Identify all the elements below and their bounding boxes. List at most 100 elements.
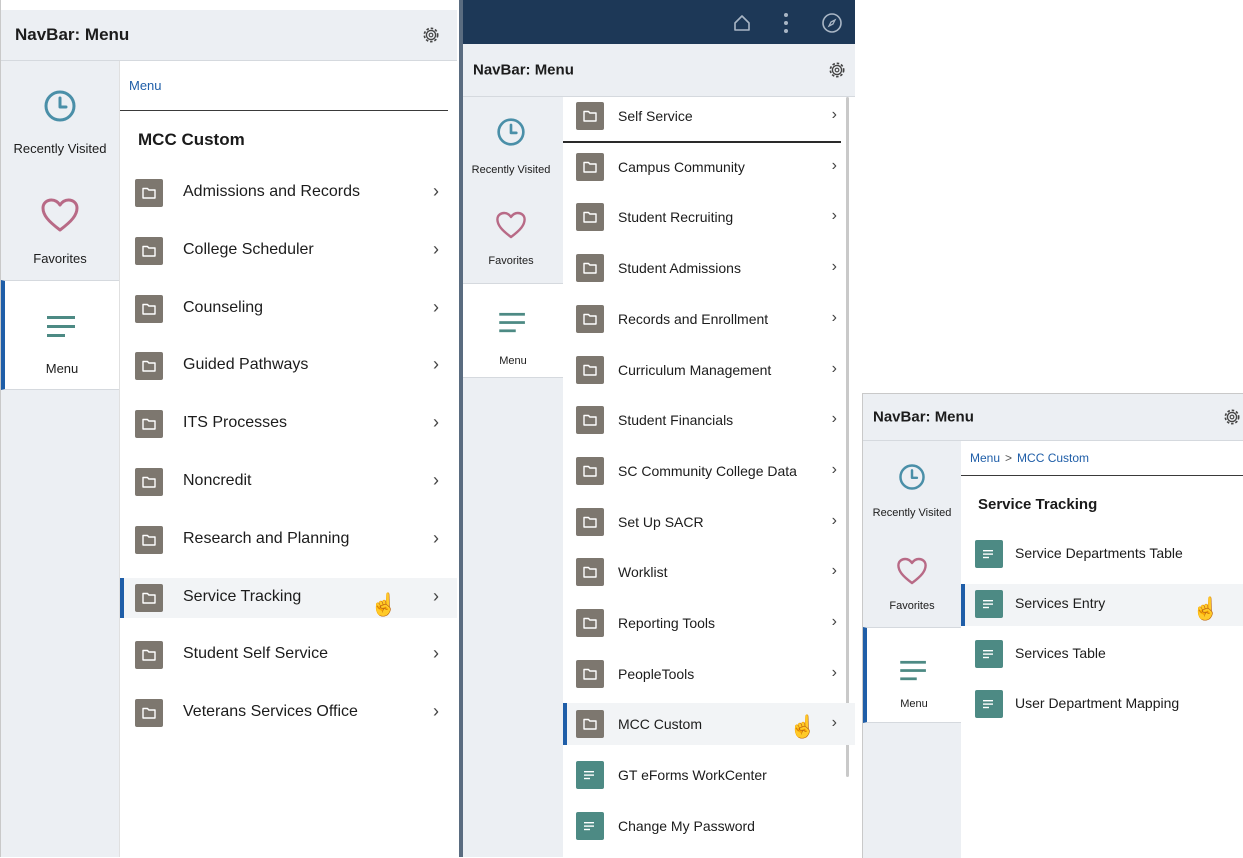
- tab-favorites[interactable]: Favorites: [1, 171, 119, 281]
- menu-item-services-entry[interactable]: Services Entry ☝: [961, 584, 1243, 626]
- chevron-right-icon: ›: [433, 181, 439, 201]
- clock-icon: [44, 90, 76, 122]
- chevron-right-icon: ›: [831, 511, 837, 529]
- page-icon: [576, 811, 604, 840]
- menu-item-sc-community-college-data[interactable]: SC Community College Data ›: [563, 450, 855, 492]
- tab-recently-visited[interactable]: Recently Visited: [459, 97, 563, 190]
- tab-label: Menu: [45, 361, 79, 376]
- heart-icon: [496, 211, 526, 239]
- folder-icon: [135, 641, 163, 670]
- divider: [961, 475, 1243, 476]
- section-title: MCC Custom: [138, 130, 245, 149]
- menu-item-reporting-tools[interactable]: Reporting Tools ›: [563, 602, 855, 644]
- breadcrumb-menu[interactable]: Menu: [129, 78, 162, 93]
- menu-item-admissions-and-records[interactable]: Admissions and Records ›: [120, 173, 457, 213]
- menu-item-label: Student Admissions: [618, 260, 741, 277]
- menu-item-gt-eforms-workcenter[interactable]: GT eForms WorkCenter: [563, 754, 855, 796]
- folder-icon: [576, 102, 604, 130]
- menu-item-label: Self Service: [618, 108, 693, 124]
- menu-item-services-table[interactable]: Services Table: [961, 634, 1243, 676]
- menu-item-curriculum-management[interactable]: Curriculum Management ›: [563, 349, 855, 391]
- menu-item-student-financials[interactable]: Student Financials ›: [563, 399, 855, 441]
- chevron-right-icon: ›: [433, 701, 439, 722]
- folder-icon: [576, 304, 604, 333]
- folder-icon: [135, 410, 163, 439]
- menu-item-label: Service Departments Table: [1015, 545, 1183, 561]
- menu-item-its-processes[interactable]: ITS Processes ›: [120, 404, 457, 444]
- folder-icon: [576, 456, 604, 485]
- menu-item-student-recruiting[interactable]: Student Recruiting ›: [563, 196, 855, 238]
- navbar-title: NavBar: Menu: [473, 61, 574, 79]
- menu-lines-icon: [47, 316, 75, 337]
- menu-item-service-departments-table[interactable]: Service Departments Table: [961, 534, 1243, 576]
- menu-item-label: Admissions and Records: [183, 183, 360, 200]
- menu-item-set-up-sacr[interactable]: Set Up SACR ›: [563, 501, 855, 543]
- menu-item-label: Student Recruiting: [618, 209, 734, 226]
- page-icon: [975, 640, 1003, 668]
- gear-icon[interactable]: [421, 25, 441, 45]
- menu-item-college-scheduler[interactable]: College Scheduler ›: [120, 231, 457, 271]
- menu-item-noncredit[interactable]: Noncredit ›: [120, 462, 457, 502]
- navbar-tabs: Recently Visited Favorites Menu: [863, 441, 961, 858]
- folder-icon: [576, 203, 604, 232]
- menu-item-label: GT eForms WorkCenter: [618, 767, 767, 784]
- menu-item-label: Student Financials: [618, 412, 734, 429]
- menu-item-student-admissions[interactable]: Student Admissions ›: [563, 247, 855, 289]
- navbar-title: NavBar: Menu: [15, 25, 130, 44]
- home-icon[interactable]: [732, 13, 752, 33]
- tab-label: Recently Visited: [13, 141, 107, 156]
- page-icon: [576, 761, 604, 790]
- menu-content: Menu > MCC Custom Service Tracking Service…: [961, 441, 1243, 858]
- folder-icon: [135, 179, 163, 207]
- navbar-header: NavBar: Menu: [863, 394, 1243, 441]
- tab-favorites[interactable]: Favorites: [459, 190, 563, 283]
- menu-content: Self Service › Campus Community › Student Re…: [563, 97, 855, 857]
- menu-item-records-and-enrollment[interactable]: Records and Enrollment ›: [563, 298, 855, 340]
- tab-menu[interactable]: Menu: [459, 283, 563, 378]
- compass-icon[interactable]: [821, 12, 843, 34]
- menu-item-self-service[interactable]: Self Service ›: [563, 95, 855, 137]
- menu-item-label: Counseling: [183, 298, 264, 316]
- gear-icon[interactable]: [1222, 407, 1242, 427]
- page-icon: [975, 590, 1003, 618]
- menu-item-peopletools[interactable]: PeopleTools ›: [563, 653, 855, 695]
- folder-icon: [576, 406, 604, 435]
- navbar-header: NavBar: Menu: [459, 44, 855, 97]
- menu-item-user-department-mapping[interactable]: User Department Mapping: [961, 684, 1243, 726]
- folder-icon: [135, 352, 163, 381]
- menu-item-mcc-custom[interactable]: MCC Custom › ☝: [563, 703, 855, 746]
- menu-item-worklist[interactable]: Worklist ›: [563, 551, 855, 593]
- more-options-icon[interactable]: [783, 12, 789, 34]
- tab-menu[interactable]: Menu: [863, 627, 961, 723]
- tab-favorites[interactable]: Favorites: [863, 533, 961, 625]
- menu-item-label: Services Entry: [1015, 595, 1106, 611]
- folder-icon: [135, 294, 163, 323]
- breadcrumb-mcc-custom[interactable]: MCC Custom: [1017, 451, 1089, 465]
- gear-icon[interactable]: [827, 60, 847, 80]
- menu-item-campus-community[interactable]: Campus Community ›: [563, 146, 855, 188]
- folder-icon: [576, 254, 604, 283]
- folder-icon: [135, 468, 163, 496]
- menu-item-label: Guided Pathways: [183, 356, 309, 374]
- menu-item-service-tracking[interactable]: Service Tracking › ☝: [120, 577, 457, 618]
- menu-item-label: User Department Mapping: [1015, 695, 1180, 711]
- menu-item-counseling[interactable]: Counseling ›: [120, 289, 457, 329]
- menu-item-label: Campus Community: [618, 158, 745, 175]
- menu-item-guided-pathways[interactable]: Guided Pathways ›: [120, 346, 457, 386]
- chevron-right-icon: ›: [831, 106, 837, 123]
- tab-recently-visited[interactable]: Recently Visited: [863, 441, 961, 533]
- breadcrumb: Menu > MCC Custom: [970, 451, 1089, 465]
- tab-recently-visited[interactable]: Recently Visited: [1, 61, 119, 171]
- breadcrumb-menu[interactable]: Menu: [970, 451, 1000, 465]
- menu-content: Menu MCC Custom Admissions and Records › C…: [120, 61, 457, 857]
- tab-label: Recently Visited: [872, 507, 952, 519]
- menu-item-label: SC Community College Data: [618, 462, 797, 479]
- menu-item-research-and-planning[interactable]: Research and Planning ›: [120, 520, 457, 560]
- menu-item-student-self-service[interactable]: Student Self Service ›: [120, 635, 457, 675]
- menu-item-label: ITS Processes: [183, 414, 288, 432]
- tab-menu[interactable]: Menu: [1, 280, 119, 390]
- menu-item-veterans-services-office[interactable]: Veterans Services Office ›: [120, 693, 457, 733]
- chevron-right-icon: ›: [433, 354, 439, 375]
- menu-item-change-my-password[interactable]: Change My Password: [563, 805, 855, 847]
- chevron-right-icon: ›: [433, 527, 439, 548]
